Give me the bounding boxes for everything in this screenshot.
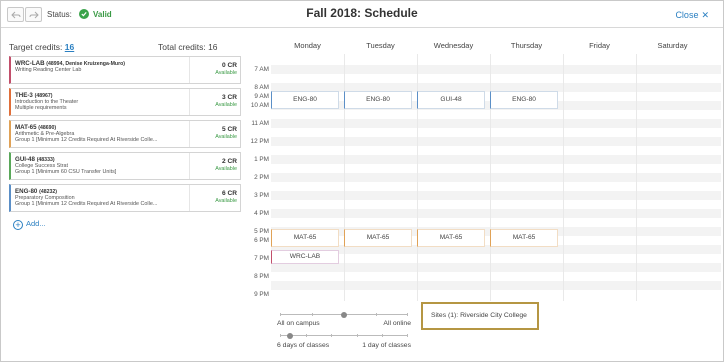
course-credits: 5 CR (221, 126, 237, 133)
days-right-label: 1 day of classes (362, 342, 411, 349)
calendar-row (271, 272, 721, 281)
course-status: Available (215, 198, 237, 204)
target-credits: Target credits: 16 (9, 42, 74, 52)
course-requirement: Multiple requirements (15, 105, 67, 112)
class-block-wrc-lab[interactable]: WRC-LAB (271, 250, 339, 264)
day-divider (563, 54, 564, 301)
course-status: Available (215, 70, 237, 76)
hour-label: 11 AM (251, 120, 269, 127)
class-block-gui-48[interactable]: GUI-48 (417, 91, 485, 109)
sites-filter[interactable]: Sites (1): Riverside City College (421, 302, 539, 330)
course-code: MAT-65 (15, 124, 37, 131)
class-block-mat-65[interactable]: MAT-65 (271, 229, 339, 247)
calendar-row (271, 182, 721, 191)
schedule-window: Status: Valid Fall 2018: Schedule Close ✕… (0, 0, 724, 362)
course-credits: 2 CR (221, 158, 237, 165)
calendar-row (271, 65, 721, 74)
calendar-row (271, 290, 721, 299)
calendar-row (271, 164, 721, 173)
course-code: ENG-80 (15, 188, 38, 195)
add-course-label: Add... (26, 219, 46, 228)
hour-label: 2 PM (254, 174, 269, 181)
course-card[interactable]: WRC-LAB (48994, Denise Kruizenga-Muro) W… (9, 56, 241, 84)
calendar-row (271, 137, 721, 146)
course-requirement: Group 1 [Minimum 12 Credits Required At … (15, 201, 158, 208)
hour-label: 3 PM (254, 192, 269, 199)
course-panel: Target credits: 16 Total credits: 16 WRC… (1, 29, 243, 362)
course-code: WRC-LAB (15, 60, 45, 67)
day-header: Tuesday (366, 41, 395, 50)
hour-label: 10 AM (250, 102, 269, 109)
course-status: Available (215, 166, 237, 172)
plus-circle-icon: + (13, 220, 23, 230)
course-card[interactable]: ENG-80 (48232) Preparatory Composition Gr… (9, 184, 241, 212)
course-card[interactable]: GUI-48 (48333) College Success Strat Grou… (9, 152, 241, 180)
class-block-eng-80[interactable]: ENG-80 (490, 91, 558, 109)
days-left-label: 6 days of classes (277, 342, 330, 349)
course-status: Available (215, 102, 237, 108)
day-header: Wednesday (433, 41, 474, 50)
course-requirement: Group 1 [Minimum 60 CSU Transfer Units] (15, 169, 117, 176)
calendar-row (271, 263, 721, 272)
hour-label: 6 PM (254, 237, 269, 244)
hour-label: 9 AM (254, 93, 269, 100)
calendar-row (271, 173, 721, 182)
calendar-grid: Monday Tuesday Wednesday Thursday Friday… (243, 29, 724, 304)
course-credits: 6 CR (221, 190, 237, 197)
day-header: Saturday (657, 41, 688, 50)
class-block-eng-80[interactable]: ENG-80 (344, 91, 412, 109)
total-credits: Total credits: 16 (158, 42, 218, 52)
course-code: THE-3 (15, 92, 33, 99)
calendar-row (271, 74, 721, 83)
calendar-row (271, 155, 721, 164)
hour-label: 8 AM (254, 84, 269, 91)
course-card[interactable]: MAT-65 (48690) Arithmetic & Pre-Algebra G… (9, 120, 241, 148)
course-card[interactable]: THE-3 (48967) Introduction to the Theate… (9, 88, 241, 116)
target-credits-label: Target credits: (9, 42, 63, 52)
slider-thumb[interactable] (287, 332, 293, 339)
calendar-row (271, 281, 721, 290)
calendar-row (271, 119, 721, 128)
hour-label: 7 PM (254, 255, 269, 262)
hour-label: 7 AM (254, 66, 269, 73)
calendar-row (271, 200, 721, 209)
calendar-row (271, 191, 721, 200)
close-label: Close (675, 10, 699, 20)
day-header: Friday (589, 41, 610, 50)
page-title: Fall 2018: Schedule (306, 6, 418, 20)
calendar-row (271, 128, 721, 137)
calendar-row (271, 209, 721, 218)
day-header: Monday (294, 41, 321, 50)
class-block-mat-65[interactable]: MAT-65 (344, 229, 412, 247)
campus-left-label: All on campus (277, 320, 320, 327)
slider-thumb[interactable] (341, 311, 347, 318)
hour-label: 5 PM (254, 228, 269, 235)
class-block-eng-80[interactable]: ENG-80 (271, 91, 339, 109)
hour-label: 4 PM (254, 210, 269, 217)
course-status: Available (215, 134, 237, 140)
campus-right-label: All online (383, 320, 411, 327)
day-header: Thursday (510, 41, 543, 50)
close-icon: ✕ (701, 10, 709, 20)
course-code: GUI-48 (15, 156, 35, 163)
hour-label: 9 PM (254, 291, 269, 298)
calendar-row (271, 146, 721, 155)
hour-label: 1 PM (254, 156, 269, 163)
slider-track (280, 335, 408, 336)
target-credits-value[interactable]: 16 (65, 42, 74, 52)
course-title: Writing Reading Center Lab (15, 67, 82, 73)
class-block-mat-65[interactable]: MAT-65 (417, 229, 485, 247)
add-course-button[interactable]: + Add... (13, 219, 46, 230)
header-bar: Status: Valid Fall 2018: Schedule Close ✕ (1, 1, 723, 28)
course-credits: 0 CR (221, 62, 237, 69)
course-requirement: Group 1 [Minimum 12 Credits Required At … (15, 137, 158, 144)
course-credits: 3 CR (221, 94, 237, 101)
calendar-row (271, 110, 721, 119)
hour-label: 12 PM (250, 138, 269, 145)
hour-label: 8 PM (254, 273, 269, 280)
class-block-mat-65[interactable]: MAT-65 (490, 229, 558, 247)
close-button[interactable]: Close ✕ (672, 10, 709, 21)
calendar-row (271, 218, 721, 227)
day-divider (636, 54, 637, 301)
